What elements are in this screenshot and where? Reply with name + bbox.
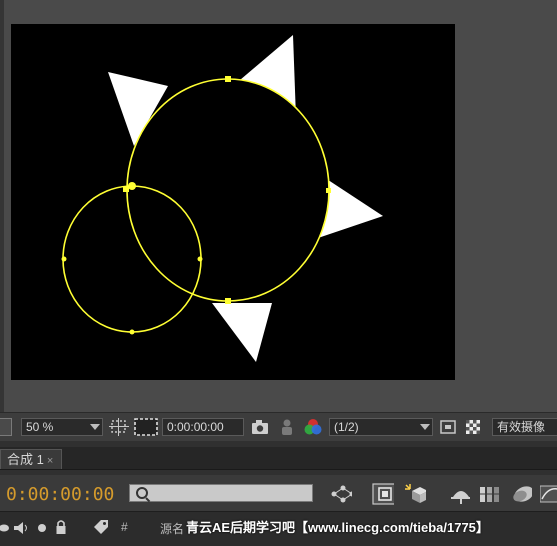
chevron-down-icon (90, 424, 100, 430)
tab-label: 合成 1 (7, 452, 44, 467)
graph-editor-icon[interactable] (540, 483, 557, 505)
camera-view-label: 有效摄像 (497, 420, 546, 434)
show-snapshot-icon[interactable] (279, 418, 295, 436)
path-vertex-left[interactable] (123, 186, 129, 192)
timeline-controls: 0:00:00:00 (0, 475, 557, 511)
resolution-dropdown[interactable]: (1/2) (329, 418, 433, 436)
lock-icon[interactable] (54, 518, 68, 536)
path-vertex-top[interactable] (225, 76, 231, 82)
color-channel-icon[interactable] (303, 418, 323, 436)
frame-blending-icon[interactable] (478, 483, 500, 505)
viewer-timecode: 0:00:00:00 (167, 420, 224, 434)
snapshot-icon[interactable] (250, 418, 270, 436)
target-region-icon[interactable] (439, 418, 457, 436)
label-icon[interactable] (92, 518, 110, 536)
zoom-label: 50 % (26, 420, 54, 434)
zoom-dropdown[interactable]: 50 % (21, 418, 103, 436)
small-path-vertex-right[interactable] (197, 256, 203, 262)
small-path-vertex-left[interactable] (61, 256, 67, 262)
grid-icon[interactable] (109, 418, 129, 436)
path-vertex-bottom[interactable] (225, 298, 231, 304)
region-of-interest-icon[interactable] (134, 418, 158, 436)
chevron-down-icon (420, 424, 430, 430)
path-vertex-right[interactable] (326, 188, 331, 193)
draft-3d-icon[interactable] (404, 483, 426, 505)
motion-blur-icon[interactable] (510, 483, 532, 505)
shy-layers-icon[interactable] (448, 483, 470, 505)
timeline-panel: 合成 1 × 0:00:00:00 # 源名 青云AE后期学习吧【www.lin… (0, 441, 557, 546)
live-update-icon[interactable] (372, 483, 394, 505)
watermark-text: 青云AE后期学习吧【www.linecg.com/tieba/1775】 (186, 520, 489, 535)
current-time-field[interactable]: 0:00:00:00 (162, 418, 244, 436)
video-visibility-icon[interactable] (0, 520, 12, 536)
current-time-display[interactable]: 0:00:00:00 (6, 484, 114, 505)
viewer-toolbar: 50 % 0:00:00:00 (1/2) 有效摄像 (0, 412, 557, 441)
composition-viewer (0, 0, 557, 412)
solo-icon[interactable] (36, 520, 48, 536)
audio-icon[interactable] (13, 520, 31, 536)
toggle-mask-icon[interactable] (0, 418, 12, 436)
composition-mini-flowchart-icon[interactable] (330, 483, 352, 505)
tab-composition-1[interactable]: 合成 1 × (0, 449, 62, 469)
composition-canvas[interactable] (0, 0, 557, 412)
layer-number-header: # (121, 520, 128, 534)
close-icon[interactable]: × (47, 455, 53, 467)
camera-view-dropdown[interactable]: 有效摄像 (492, 418, 557, 436)
layer-search-input[interactable] (129, 484, 313, 502)
source-name-header: 源名 (160, 522, 185, 536)
transparency-grid-icon[interactable] (464, 418, 482, 436)
resolution-label: (1/2) (334, 420, 359, 434)
search-icon (136, 487, 148, 499)
timeline-tab-strip: 合成 1 × (0, 447, 557, 470)
small-path-vertex-top[interactable] (128, 182, 136, 190)
small-path-vertex-bottom[interactable] (129, 329, 135, 335)
